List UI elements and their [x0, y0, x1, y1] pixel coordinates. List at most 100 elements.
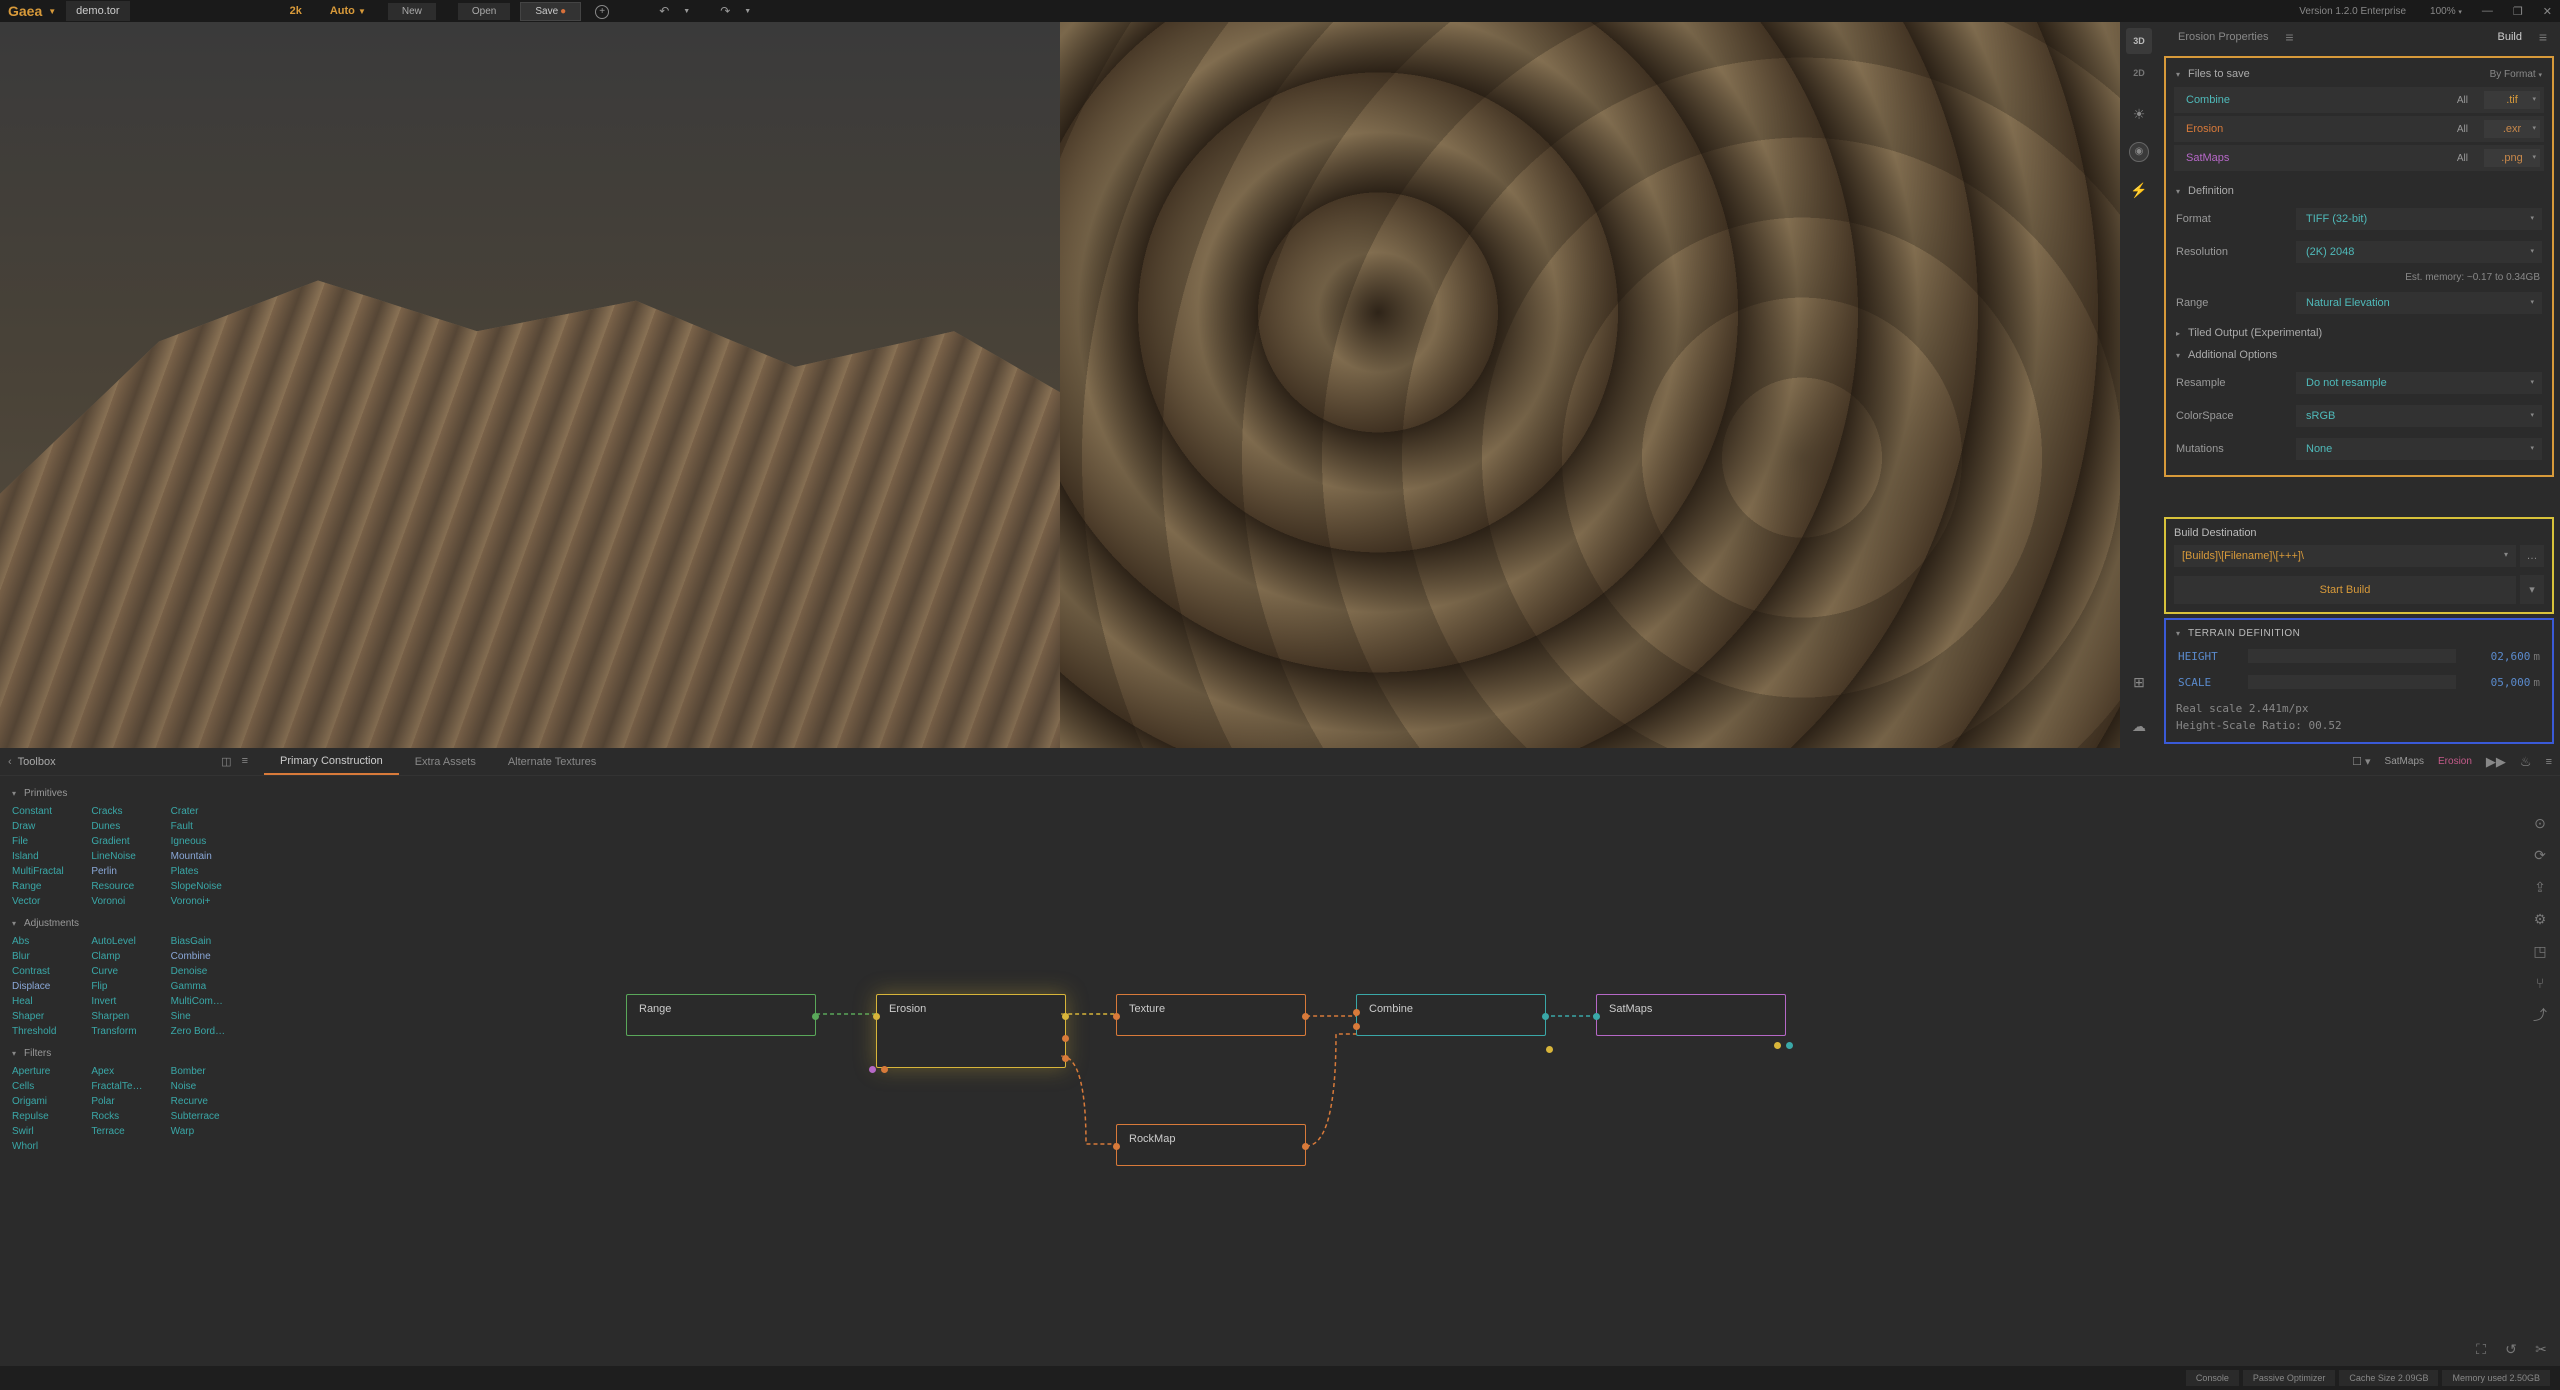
- file-name[interactable]: Combine: [2178, 94, 2447, 106]
- redo-caret-icon[interactable]: ▼: [744, 8, 751, 15]
- height-value[interactable]: 02,600: [2466, 650, 2530, 663]
- brand-logo[interactable]: Gaea: [8, 3, 48, 19]
- file-ext-select[interactable]: .exr: [2484, 120, 2540, 138]
- resolution-button[interactable]: 2k: [290, 5, 302, 17]
- toolbox-item[interactable]: Shaper: [12, 1010, 85, 1023]
- tab-primary-construction[interactable]: Primary Construction: [264, 749, 399, 775]
- toolbox-item[interactable]: Clamp: [91, 950, 164, 963]
- toolbox-item[interactable]: Range: [12, 880, 85, 893]
- erosion-label[interactable]: Erosion: [2438, 756, 2472, 767]
- toolbox-item[interactable]: Sharpen: [91, 1010, 164, 1023]
- graph-dropdown-icon[interactable]: ☐ ▾: [2352, 755, 2370, 768]
- menu-icon[interactable]: ≡: [2281, 28, 2299, 46]
- format-select[interactable]: TIFF (32-bit): [2296, 208, 2542, 230]
- close-button[interactable]: ✕: [2543, 5, 2552, 18]
- file-all-button[interactable]: All: [2447, 153, 2478, 164]
- toolbox-item[interactable]: Transform: [91, 1025, 164, 1038]
- node-satmaps[interactable]: SatMaps: [1596, 994, 1786, 1036]
- by-format-dropdown[interactable]: By Format ▾: [2490, 69, 2542, 80]
- satmaps-label[interactable]: SatMaps: [2385, 756, 2424, 767]
- frame-icon[interactable]: ⛶: [2472, 1340, 2490, 1358]
- auto-button[interactable]: Auto ▼: [330, 5, 366, 17]
- tab-extra-assets[interactable]: Extra Assets: [399, 750, 492, 774]
- console-button[interactable]: Console: [2186, 1370, 2239, 1386]
- filters-header[interactable]: Filters: [24, 1048, 51, 1059]
- toolbox-item[interactable]: Denoise: [171, 965, 244, 978]
- passive-optimizer-label[interactable]: Passive Optimizer: [2243, 1370, 2336, 1386]
- tiled-output-header[interactable]: Tiled Output (Experimental): [2188, 327, 2322, 339]
- toolbox-item[interactable]: Fault: [171, 820, 244, 833]
- toolbox-item[interactable]: Heal: [12, 995, 85, 1008]
- file-all-button[interactable]: All: [2447, 124, 2478, 135]
- mutations-select[interactable]: None: [2296, 438, 2542, 460]
- toolbox-item[interactable]: Contrast: [12, 965, 85, 978]
- toolbox-item[interactable]: Invert: [91, 995, 164, 1008]
- toolbox-item[interactable]: Voronoi: [91, 895, 164, 908]
- toolbox-menu-icon[interactable]: ≡: [242, 755, 248, 768]
- toolbox-item[interactable]: Resource: [91, 880, 164, 893]
- node-combine[interactable]: Combine: [1356, 994, 1546, 1036]
- adjustments-header[interactable]: Adjustments: [24, 918, 79, 929]
- toolbox-item[interactable]: Subterrace: [171, 1110, 244, 1123]
- snap-icon[interactable]: ⊙: [2531, 814, 2549, 832]
- toolbox-item[interactable]: Abs: [12, 935, 85, 948]
- toolbox-item[interactable]: MultiCom…: [171, 995, 244, 1008]
- flame-icon[interactable]: ♨: [2520, 754, 2532, 770]
- minimize-button[interactable]: —: [2482, 5, 2493, 17]
- toolbox-item[interactable]: Curve: [91, 965, 164, 978]
- toolbox-item[interactable]: FractalTe…: [91, 1080, 164, 1093]
- chevron-down-icon[interactable]: ▾: [2176, 629, 2180, 638]
- toolbox-item[interactable]: Blur: [12, 950, 85, 963]
- gear-icon[interactable]: ⚙: [2531, 910, 2549, 928]
- viewport-3d[interactable]: [0, 22, 1060, 748]
- node-erosion[interactable]: Erosion: [876, 994, 1066, 1068]
- toolbox-item[interactable]: Gradient: [91, 835, 164, 848]
- filename-tab[interactable]: demo.tor: [66, 1, 129, 21]
- toolbox-item[interactable]: Gamma: [171, 980, 244, 993]
- menu-icon[interactable]: ≡: [2546, 756, 2552, 768]
- toolbox-item[interactable]: Aperture: [12, 1065, 85, 1078]
- toolbox-item[interactable]: Threshold: [12, 1025, 85, 1038]
- build-path-browse-button[interactable]: …: [2520, 545, 2544, 567]
- toolbox-item[interactable]: LineNoise: [91, 850, 164, 863]
- toolbox-item[interactable]: Bomber: [171, 1065, 244, 1078]
- toolbox-item[interactable]: Island: [12, 850, 85, 863]
- toolbox-item[interactable]: Displace: [12, 980, 85, 993]
- cut-icon[interactable]: ✂: [2532, 1340, 2550, 1358]
- toolbox-item[interactable]: Recurve: [171, 1095, 244, 1108]
- chevron-down-icon[interactable]: ▾: [2176, 187, 2180, 196]
- toolbox-item[interactable]: AutoLevel: [91, 935, 164, 948]
- toolbox-item[interactable]: Combine: [171, 950, 244, 963]
- save-button[interactable]: Save●: [520, 2, 581, 21]
- file-name[interactable]: SatMaps: [2178, 152, 2447, 164]
- toolbox-item[interactable]: Plates: [171, 865, 244, 878]
- view-3d-button[interactable]: 3D: [2126, 28, 2152, 54]
- toolbox-item[interactable]: Crater: [171, 805, 244, 818]
- toolbox-item[interactable]: MultiFractal: [12, 865, 85, 878]
- undo-button[interactable]: ↶: [659, 4, 669, 18]
- toolbox-item[interactable]: Perlin: [91, 865, 164, 878]
- undo-caret-icon[interactable]: ▼: [683, 8, 690, 15]
- toolbox-item[interactable]: Sine: [171, 1010, 244, 1023]
- toolbox-item[interactable]: Igneous: [171, 835, 244, 848]
- redo-button[interactable]: ↷: [720, 4, 730, 18]
- chevron-right-icon[interactable]: ▸: [2176, 329, 2180, 338]
- node-icon[interactable]: ◳: [2531, 942, 2549, 960]
- tab-build[interactable]: Build: [2486, 25, 2534, 49]
- toolbox-view-icon[interactable]: ◫: [221, 755, 231, 768]
- refresh-icon[interactable]: ⟳: [2531, 846, 2549, 864]
- view-2d-button[interactable]: 2D: [2126, 60, 2152, 86]
- toolbox-item[interactable]: SlopeNoise: [171, 880, 244, 893]
- tab-erosion-properties[interactable]: Erosion Properties: [2166, 25, 2281, 49]
- toolbox-item[interactable]: Polar: [91, 1095, 164, 1108]
- toolbox-item[interactable]: Repulse: [12, 1110, 85, 1123]
- chevron-down-icon[interactable]: ▾: [2176, 351, 2180, 360]
- toolbox-item[interactable]: Voronoi+: [171, 895, 244, 908]
- file-all-button[interactable]: All: [2447, 95, 2478, 106]
- play-icon[interactable]: ▶▶: [2486, 754, 2506, 770]
- bolt-icon[interactable]: ⚡: [2127, 178, 2151, 202]
- branch-icon[interactable]: ⑂: [2531, 974, 2549, 992]
- toolbox-item[interactable]: Flip: [91, 980, 164, 993]
- start-build-caret-button[interactable]: ▾: [2520, 575, 2544, 604]
- build-path-input[interactable]: [Builds]\[Filename]\[+++]\▾: [2174, 545, 2516, 567]
